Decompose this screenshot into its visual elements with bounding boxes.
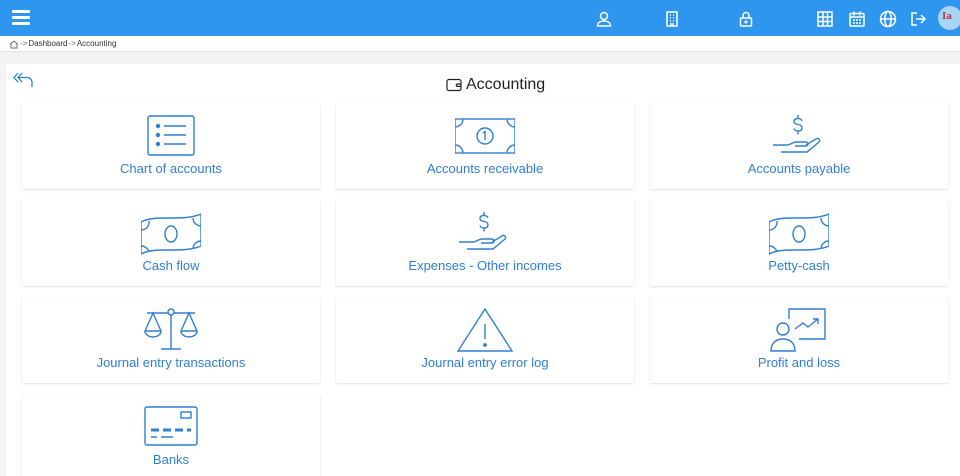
tile-profit-and-loss[interactable]: Profit and loss	[650, 297, 948, 383]
tile-banks[interactable]: Banks	[22, 394, 320, 476]
tile-journal-entry-transactions[interactable]: Journal entry transactions	[22, 297, 320, 383]
banknote-icon	[141, 210, 201, 256]
tile-chart-of-accounts[interactable]: Chart of accounts	[22, 103, 320, 189]
calendar-icon[interactable]	[847, 9, 867, 29]
warning-triangle-icon	[455, 307, 515, 353]
menu-icon[interactable]	[12, 10, 30, 26]
grid-icon[interactable]	[815, 9, 835, 29]
lock-icon[interactable]	[736, 9, 756, 29]
page-title: Accounting	[446, 75, 545, 95]
home-icon[interactable]	[9, 40, 19, 49]
tile-journal-entry-error-log[interactable]: Journal entry error log	[336, 297, 634, 383]
tile-accounts-receivable[interactable]: Accounts receivable	[336, 103, 634, 189]
tile-petty-cash[interactable]: Petty-cash	[650, 200, 948, 286]
logout-icon[interactable]	[908, 9, 928, 29]
user-icon[interactable]	[594, 9, 614, 29]
scales-icon	[141, 307, 201, 353]
breadcrumb-dashboard[interactable]: Dashboard	[28, 39, 67, 48]
hand-dollar-icon	[769, 113, 829, 159]
globe-icon[interactable]	[878, 9, 898, 29]
tile-cash-flow[interactable]: Cash flow	[22, 200, 320, 286]
breadcrumb-bar: ->Dashboard->Accounting	[0, 36, 960, 52]
banknote-coin-icon	[455, 113, 515, 159]
logo[interactable]: Ia	[938, 6, 960, 30]
breadcrumb: ->Dashboard->Accounting	[20, 39, 117, 48]
tile-expenses-other-incomes[interactable]: Expenses - Other incomes	[336, 200, 634, 286]
back-arrow-icon[interactable]	[12, 71, 34, 89]
list-icon	[141, 113, 201, 159]
building-icon[interactable]	[662, 9, 682, 29]
breadcrumb-accounting: Accounting	[76, 39, 117, 48]
tile-accounts-payable[interactable]: Accounts payable	[650, 103, 948, 189]
wallet-icon	[446, 78, 462, 92]
credit-card-icon	[141, 404, 201, 450]
banknote-icon	[769, 210, 829, 256]
presentation-chart-icon	[769, 307, 829, 353]
top-navbar: Ia	[0, 0, 960, 36]
hand-dollar-icon	[455, 210, 515, 256]
